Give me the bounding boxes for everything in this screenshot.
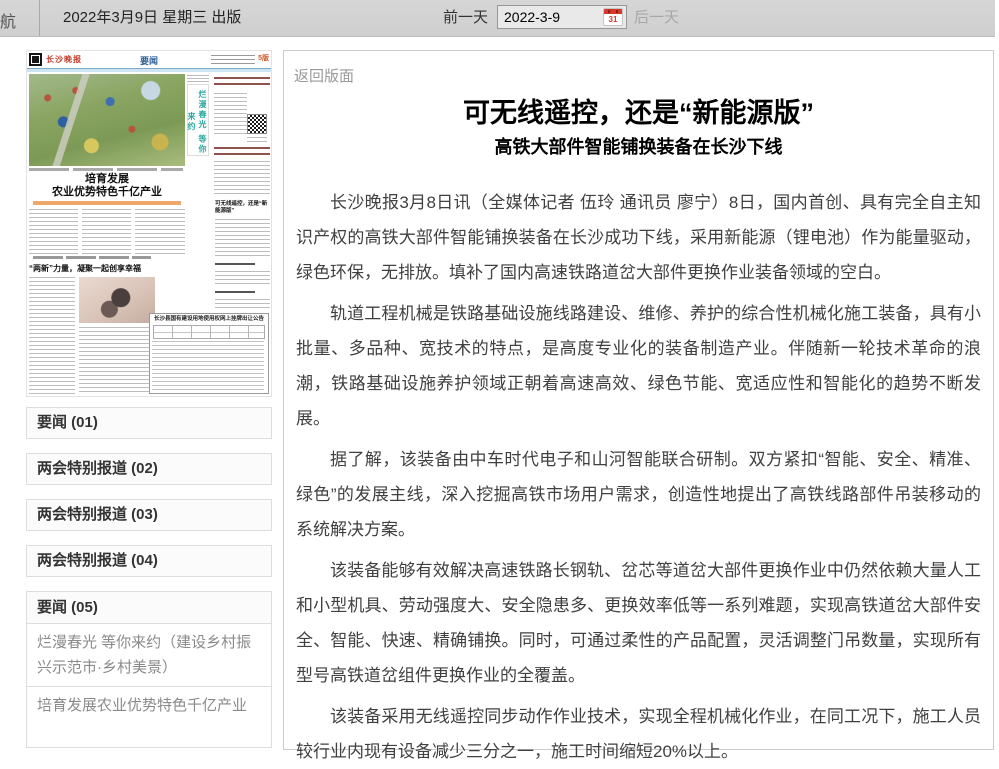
- article-text-col3: [135, 209, 185, 255]
- worker-photo: [79, 277, 155, 323]
- calendar-icon[interactable]: 31: [603, 8, 623, 26]
- inset-vertical-headline: 烂漫春光 等你来约: [187, 84, 209, 156]
- article-paragraph: 长沙晚报3月8日讯（全媒体记者 伍玲 通讯员 廖宁）8日，国内首创、具有完全自主…: [296, 185, 981, 290]
- aerial-village-photo: [29, 74, 185, 166]
- second-article-col1: [29, 277, 75, 394]
- sidebar-section-03[interactable]: 两会特别报道 (03): [26, 499, 272, 531]
- article-paragraph: 轨道工程机械是铁路基础设施线路建设、维修、养护的综合性机械化施工装备，具有小批量…: [296, 296, 981, 436]
- thumb-main-headline-line1: 培育发展: [29, 173, 185, 185]
- right-column-text-lines: [214, 93, 247, 137]
- sidebar-section-04[interactable]: 两会特别报道 (04): [26, 545, 272, 577]
- article-paragraph: 据了解，该装备由中车时代电子和山河智能联合研制。双方紧扣“智能、安全、精准、绿色…: [296, 442, 981, 547]
- qr-code: [247, 114, 267, 134]
- article-text-col1: [29, 209, 78, 255]
- toolbar-divider: [39, 0, 40, 36]
- article-paragraph: 该装备能够有效解决高速铁路长钢轨、岔芯等道岔大部件更换作业中仍然依赖大量人工和小…: [296, 553, 981, 693]
- thumb-third-headline: 可无线遥控，还是“新能源版”: [215, 201, 271, 215]
- thumb-subheadline-bar: [33, 201, 181, 205]
- second-article-col2: [79, 327, 155, 394]
- previous-day-link[interactable]: 前一天: [443, 0, 488, 36]
- photo-caption-lines: [29, 168, 183, 171]
- page-thumbnail[interactable]: 长沙晚报 要闻 5版 烂漫春光 等你来约 培育发展 农业优势特色千亿产业 “两新…: [26, 50, 272, 397]
- road-shape: [47, 74, 91, 166]
- land-auction-notice: 长沙县国有建设用地使用权网上挂牌出让公告: [149, 313, 269, 394]
- sidebar-article-link-1[interactable]: 烂漫春光 等你来约（建设乡村振兴示范市·乡村美景）: [26, 623, 272, 687]
- small-headline-lines1: [215, 263, 255, 268]
- thumbnail-page-number: 5版: [258, 53, 269, 63]
- inset-caption-lines: [187, 75, 209, 83]
- article-text-col2: [82, 209, 131, 255]
- calendar-icon-day: 31: [604, 14, 622, 25]
- thumbnail-meta-lines: [211, 55, 255, 64]
- sidebar-section-05[interactable]: 要闻 (05): [26, 591, 272, 624]
- article-paragraph: 该装备采用无线遥控同步动作作业技术，实现全程机械化作业，在同工况下，施工人员较行…: [296, 699, 981, 769]
- top-toolbar: 航 2022年3月9日 星期三 出版 前一天 31 后一天: [0, 0, 995, 37]
- nav-label-clipped[interactable]: 航: [0, 8, 16, 32]
- small-text-lines1: [215, 271, 270, 287]
- publish-date-label: 2022年3月9日 星期三 出版: [63, 0, 241, 36]
- notice-table: [153, 325, 265, 339]
- thumbnail-rule: [27, 68, 271, 72]
- sidebar-section-02[interactable]: 两会特别报道 (02): [26, 453, 272, 485]
- notice-text-lines: [152, 341, 264, 393]
- notice-title: 长沙县国有建设用地使用权网上挂牌出让公告: [152, 316, 266, 323]
- right-column-headline-lines: [214, 77, 270, 89]
- next-day-link[interactable]: 后一天: [634, 0, 679, 36]
- date-picker[interactable]: 31: [497, 5, 627, 29]
- qr-caption-lines: [247, 137, 267, 143]
- third-article-lines: [215, 219, 270, 259]
- sidebar-article-link-2[interactable]: 培育发展农业优势特色千亿产业: [26, 686, 272, 748]
- back-to-layout-link[interactable]: 返回版面: [294, 65, 354, 86]
- article-body: 长沙晚报3月8日讯（全媒体记者 伍玲 通讯员 廖宁）8日，国内首创、具有完全自主…: [284, 185, 993, 769]
- small-headline-lines2: [215, 291, 255, 296]
- article-subtitle: 高铁大部件智能铺换装备在长沙下线: [294, 136, 983, 158]
- second-article-kicker: [33, 256, 151, 259]
- thumb-second-headline: “两新”力量，凝聚一起创享幸福: [29, 263, 159, 274]
- right-column-text-lines2: [214, 161, 270, 197]
- thumb-main-headline-line2: 农业优势特色千亿产业: [29, 186, 185, 198]
- article-panel: 返回版面 可无线遥控，还是“新能源版” 高铁大部件智能铺换装备在长沙下线 长沙晚…: [283, 50, 994, 750]
- article-title: 可无线遥控，还是“新能源版”: [294, 97, 983, 129]
- right-column-headline2-lines: [214, 147, 270, 157]
- small-text-lines2: [215, 299, 270, 309]
- date-input[interactable]: [498, 6, 602, 28]
- sidebar-section-01[interactable]: 要闻 (01): [26, 407, 272, 439]
